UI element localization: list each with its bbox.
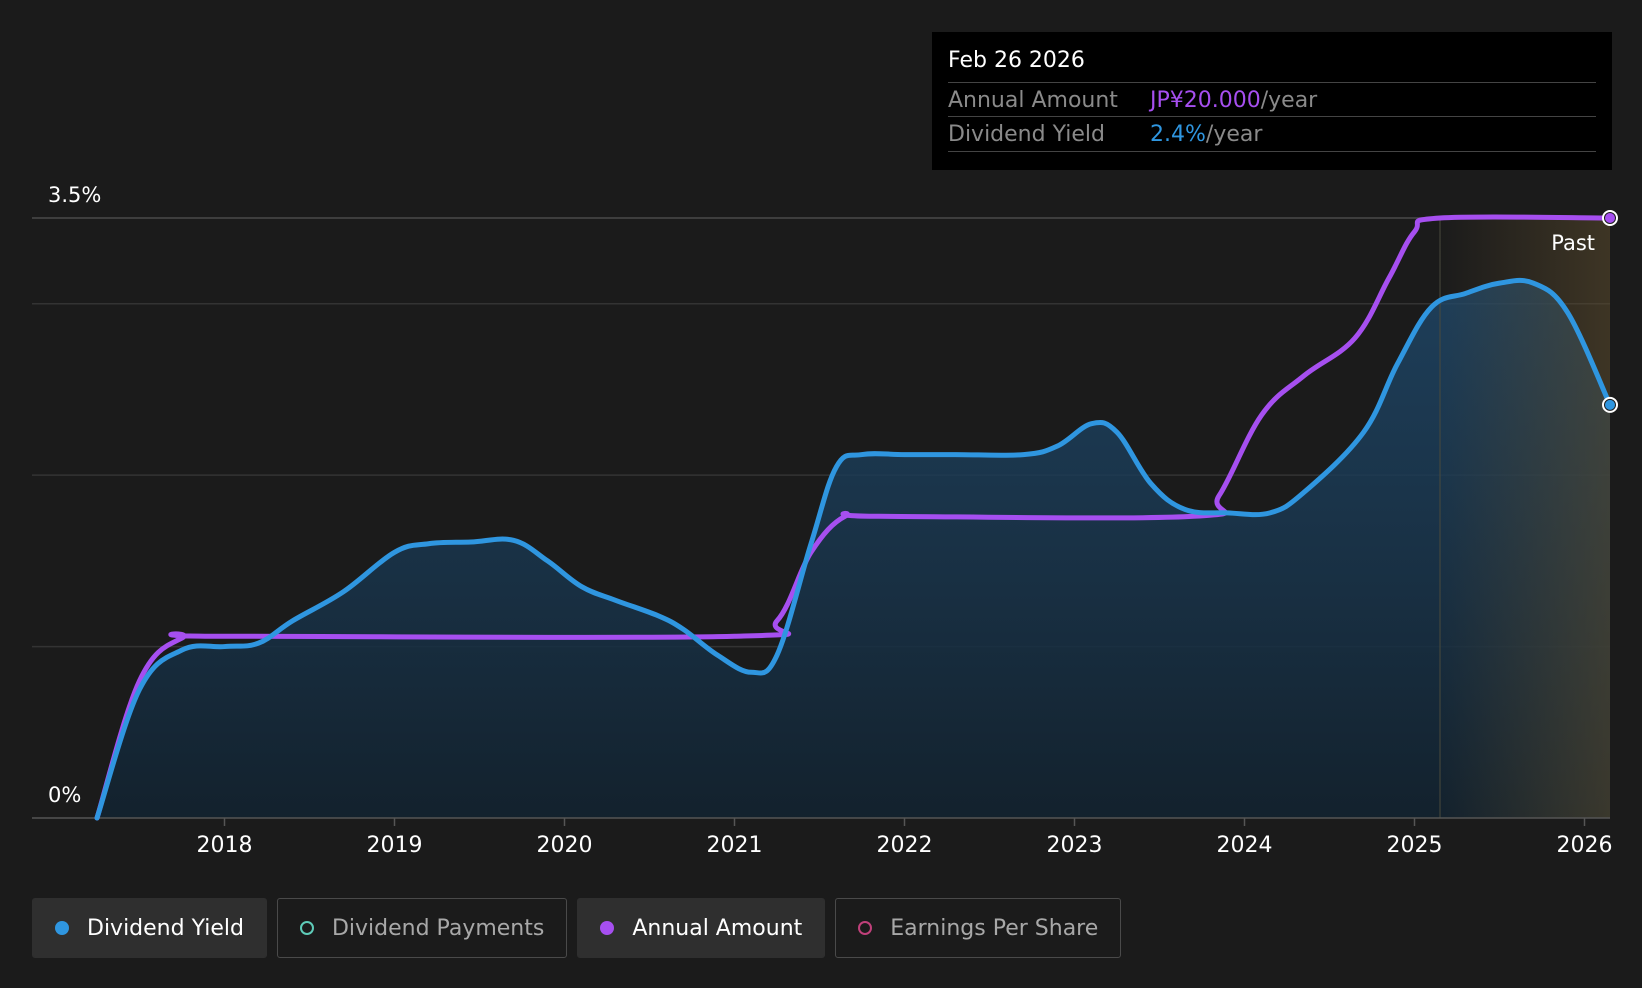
filled-circle-icon: [600, 921, 615, 935]
filled-circle-icon: [55, 921, 69, 935]
dividend-yield-area: [97, 280, 1610, 819]
chart-legend: Dividend Yield Dividend Payments Annual …: [32, 898, 1122, 958]
y-tick-label: 0%: [48, 783, 81, 807]
legend-dividend-payments[interactable]: Dividend Payments: [276, 898, 568, 958]
x-tick-label: 2022: [877, 833, 933, 858]
legend-label: Annual Amount: [632, 915, 803, 941]
tooltip-value: 2.4%: [1150, 121, 1206, 147]
tooltip-value: JP¥20.000: [1150, 87, 1261, 113]
tooltip-row-dividend-yield: Dividend Yield 2.4% /year: [948, 116, 1596, 152]
tooltip-row-annual-amount: Annual Amount JP¥20.000 /year: [948, 82, 1596, 117]
marker-fill: [1605, 399, 1615, 410]
legend-label: Dividend Yield: [87, 915, 244, 941]
x-tick-label: 2025: [1387, 833, 1443, 858]
tooltip-panel: Feb 26 2026 Annual Amount JP¥20.000 /yea…: [932, 32, 1612, 170]
x-tick-label: 2023: [1047, 833, 1103, 858]
legend-earnings-per-share[interactable]: Earnings Per Share: [835, 898, 1122, 958]
marker-fill: [1605, 213, 1615, 223]
hollow-circle-icon: [299, 921, 314, 935]
tooltip-unit: /year: [1260, 87, 1318, 113]
hollow-circle-icon: [858, 921, 873, 935]
y-tick-label: 3.5%: [48, 183, 101, 207]
tooltip-label: Dividend Yield: [948, 121, 1105, 147]
x-axis-ticks: 2018 2019 2020 2021 2022 2023 2024 2025 2026: [197, 818, 1613, 858]
x-tick-label: 2026: [1557, 833, 1613, 858]
x-tick-label: 2021: [707, 833, 763, 858]
legend-dividend-yield[interactable]: Dividend Yield: [32, 898, 267, 958]
past-label: Past: [1551, 231, 1595, 255]
x-tick-label: 2020: [537, 833, 593, 858]
past-region: [1440, 218, 1610, 818]
tooltip-label: Annual Amount: [948, 87, 1118, 113]
legend-annual-amount[interactable]: Annual Amount: [577, 898, 826, 958]
x-tick-label: 2018: [197, 833, 253, 858]
y-axis-labels: 0% 3.5%: [48, 183, 101, 807]
tooltip-date: Feb 26 2026: [948, 48, 1085, 73]
legend-label: Dividend Payments: [331, 915, 545, 941]
legend-label: Earnings Per Share: [890, 915, 1099, 941]
x-tick-label: 2024: [1217, 833, 1273, 858]
tooltip-unit: /year: [1205, 121, 1263, 147]
x-tick-label: 2019: [367, 833, 423, 858]
